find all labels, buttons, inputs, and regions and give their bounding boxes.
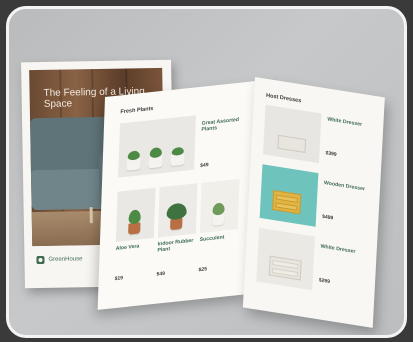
item-price-1: $19 <box>114 275 124 283</box>
item-title-1: Aloe Vera <box>115 243 140 252</box>
plants-photo <box>118 115 196 178</box>
dresser-price-1: $399 <box>325 150 337 158</box>
item-price-2: $49 <box>156 270 166 278</box>
dresser-price-3: $299 <box>318 277 331 286</box>
brand-name: GreenHouse <box>48 256 83 263</box>
cover-brand: GreenHouse <box>36 255 83 265</box>
dresser-title-2: Wooden Dresser <box>323 180 366 193</box>
item-title-3: Succulent <box>199 234 225 244</box>
dresser-title-1: White Dresser <box>327 116 363 128</box>
catalog-spread: Fresh Plants Great Assorted Plants $49 A… <box>97 77 404 328</box>
succulent-photo <box>199 178 240 234</box>
wooden-dresser-photo <box>259 164 319 227</box>
white-dresser-photo <box>263 104 322 164</box>
dresser-title-3: White Dresser <box>320 243 356 256</box>
catalog-right-page: Host Dresses White Dresser $399 Wooden D… <box>242 77 385 328</box>
catalog-left-page: Fresh Plants Great Assorted Plants $49 A… <box>97 81 255 310</box>
item-title-2: Indoor Rubber Plant <box>157 237 194 254</box>
dresser-price-2: $499 <box>321 213 334 222</box>
feature-price: $49 <box>200 162 209 170</box>
feature-title: Great Assorted Plants <box>201 116 240 133</box>
brand-logo-icon <box>36 255 45 265</box>
rubber-plant-photo <box>157 183 198 238</box>
white-dresser-photo-2 <box>256 227 316 291</box>
item-price-3: $25 <box>198 266 207 274</box>
aloe-photo <box>115 187 156 242</box>
section-title-plants: Fresh Plants <box>120 105 154 116</box>
image-frame: The Feeling of a Living Space GreenHouse… <box>6 6 407 338</box>
section-title-dressers: Host Dresses <box>265 92 302 105</box>
